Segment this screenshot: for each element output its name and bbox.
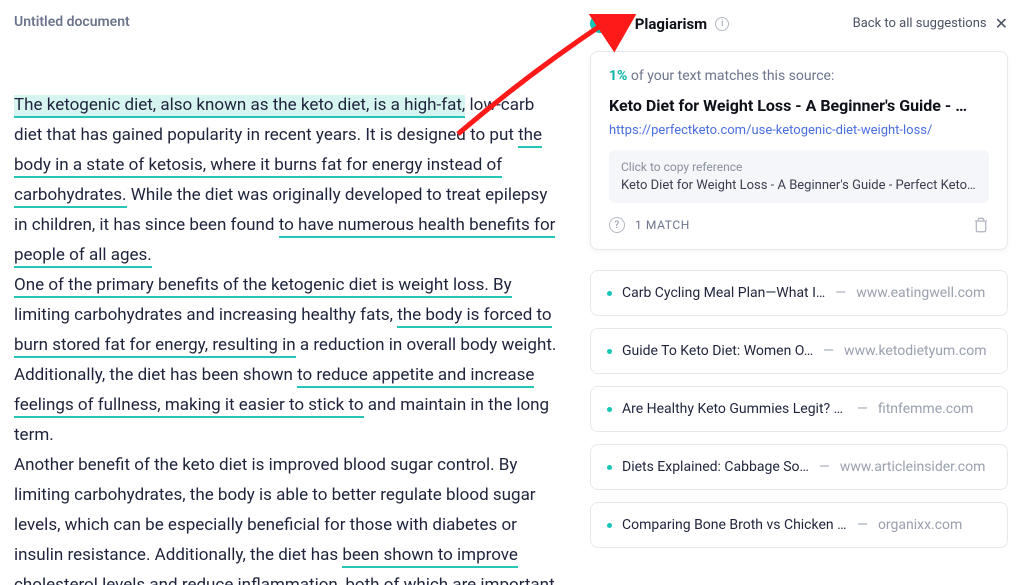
source-url[interactable]: https://perfectketo.com/use-ketogenic-di… — [609, 123, 989, 138]
help-icon[interactable]: ? — [609, 217, 625, 233]
source-row[interactable]: Comparing Bone Broth vs Chicken Brot… — … — [590, 502, 1008, 548]
reference-hint: Click to copy reference — [621, 160, 977, 174]
bullet-icon — [607, 465, 612, 470]
bullet-icon — [607, 523, 612, 528]
source-card: 1% of your text matches this source: Ket… — [590, 51, 1008, 250]
trash-icon[interactable] — [973, 217, 989, 233]
back-link[interactable]: Back to all suggestions ✕ — [853, 14, 1008, 33]
document-title[interactable]: Untitled document — [14, 14, 564, 30]
bullet-icon — [607, 407, 612, 412]
source-row-domain: www.articleinsider.com — [840, 459, 986, 475]
match-count: 1 MATCH — [635, 218, 690, 232]
plagiarism-header: 32% Plagiarism i Back to all suggestions… — [590, 14, 1008, 33]
bullet-icon — [607, 291, 612, 296]
reference-box[interactable]: Click to copy reference Keto Diet for We… — [609, 150, 989, 203]
source-row[interactable]: Guide To Keto Diet: Women O… — www.ketod… — [590, 328, 1008, 374]
match-percent: 1% — [609, 68, 627, 84]
match-text: of your text matches this source: — [627, 68, 834, 84]
info-icon[interactable]: i — [715, 17, 729, 31]
dash: — — [823, 343, 834, 359]
bullet-icon — [607, 349, 612, 354]
source-row-title: Comparing Bone Broth vs Chicken Brot… — [622, 517, 847, 533]
card-footer: ? 1 MATCH — [609, 217, 989, 233]
plagiarism-label: Plagiarism — [635, 15, 707, 33]
reference-text: Keto Diet for Weight Loss - A Beginner's… — [621, 178, 977, 193]
source-row-domain: www.ketodietyum.com — [844, 343, 986, 359]
close-icon[interactable]: ✕ — [995, 14, 1008, 33]
text-highlight: The ketogenic diet, also known as the ke… — [14, 95, 465, 118]
source-row-domain: fitnfemme.com — [878, 401, 973, 417]
source-title[interactable]: Keto Diet for Weight Loss - A Beginner's… — [609, 96, 989, 115]
source-row-title: Diets Explained: Cabbage So… — [622, 459, 809, 475]
dash: — — [835, 285, 846, 301]
back-label: Back to all suggestions — [853, 16, 987, 31]
essay-body[interactable]: The ketogenic diet, also known as the ke… — [14, 90, 564, 585]
dash: — — [819, 459, 830, 475]
dash: — — [857, 401, 868, 417]
source-list: Carb Cycling Meal Plan—What I… — www.eat… — [590, 270, 1008, 548]
source-row-domain: www.eatingwell.com — [856, 285, 985, 301]
source-row-domain: organixx.com — [878, 517, 962, 533]
dash: — — [857, 517, 868, 533]
plagiarism-badge: 32% — [590, 14, 627, 33]
match-line: 1% of your text matches this source: — [609, 68, 989, 84]
source-row[interactable]: Are Healthy Keto Gummies Legit? Dis… — f… — [590, 386, 1008, 432]
source-row[interactable]: Carb Cycling Meal Plan—What I… — www.eat… — [590, 270, 1008, 316]
text-underline: One of the primary benefits of the ketog… — [14, 275, 512, 298]
source-row-title: Are Healthy Keto Gummies Legit? Dis… — [622, 401, 847, 417]
source-row-title: Carb Cycling Meal Plan—What I… — [622, 285, 825, 301]
source-row-title: Guide To Keto Diet: Women O… — [622, 343, 813, 359]
source-row[interactable]: Diets Explained: Cabbage So… — www.artic… — [590, 444, 1008, 490]
essay-text: limiting carbohydrates and increasing he… — [14, 305, 397, 325]
